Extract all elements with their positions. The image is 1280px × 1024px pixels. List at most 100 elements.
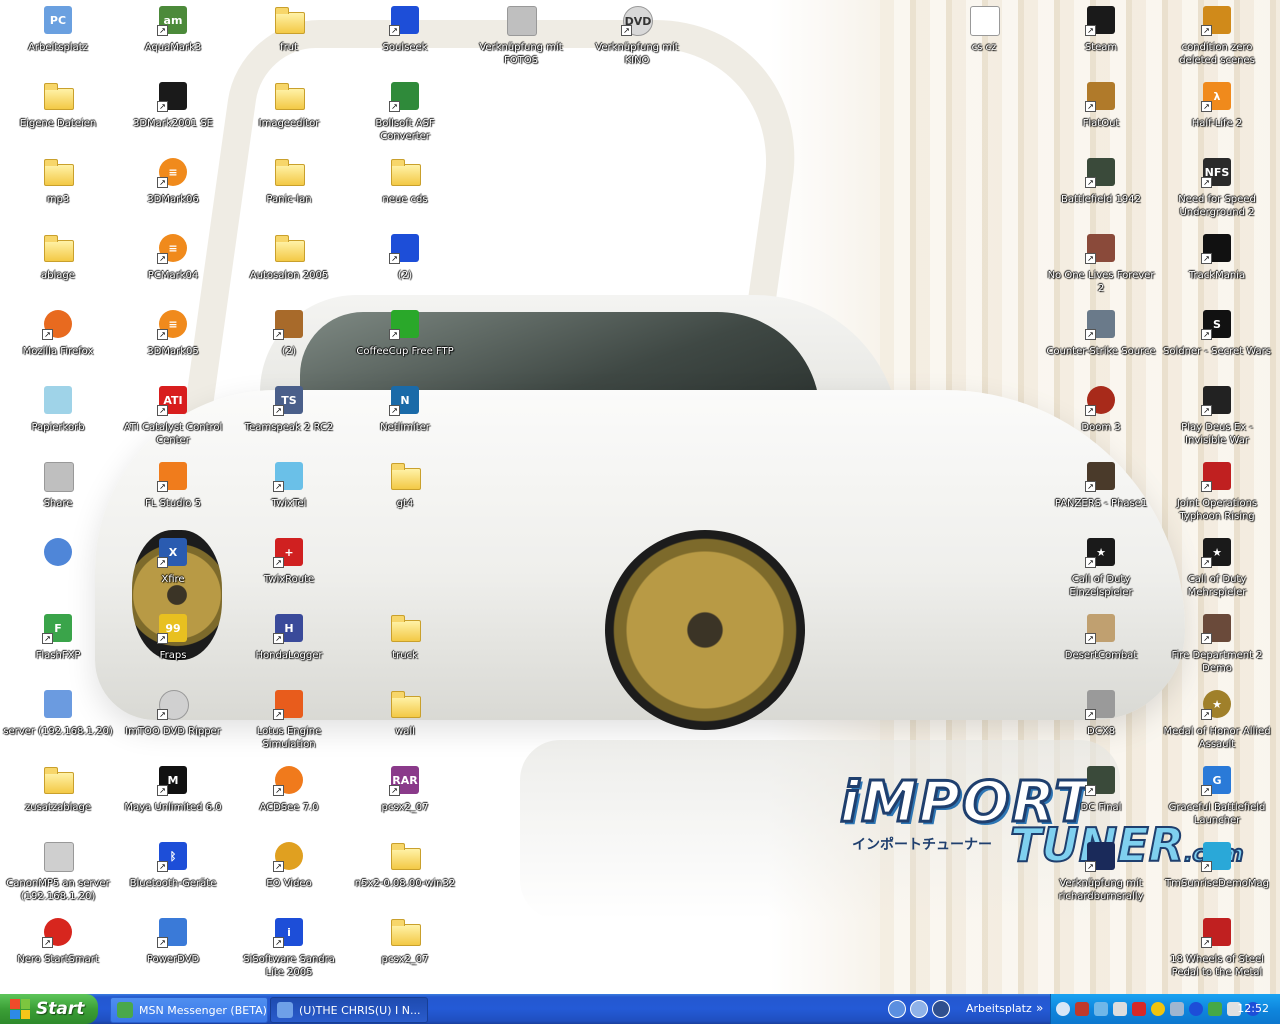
desktop-icon[interactable]: neue cds [350, 154, 460, 226]
desktop-icon[interactable]: ↗ (2) [234, 306, 344, 378]
folder-icon [389, 460, 421, 492]
media-player-icon[interactable] [932, 1000, 950, 1018]
desktop-icon[interactable]: PC Arbeitsplatz [3, 2, 113, 74]
network-icon[interactable] [1094, 1002, 1108, 1016]
desktop-icon[interactable]: Imageeditor [234, 78, 344, 150]
desktop-icon[interactable]: am ↗ AquaMark3 [118, 2, 228, 74]
desktop-icon[interactable]: Panic-lan [234, 154, 344, 226]
desktop-icon[interactable]: ↗ DC Final [1046, 762, 1156, 834]
desktop-icon-label: FlatOut [1082, 118, 1120, 129]
desktop-icon[interactable]: ★ ↗ Call of Duty Mehrspieler [1162, 534, 1272, 606]
desktop-icon[interactable]: ↗ FlatOut [1046, 78, 1156, 150]
desktop-icon[interactable]: cs cz [929, 2, 1039, 74]
desktop-icon[interactable]: TS ↗ Teamspeak 2 RC2 [234, 382, 344, 454]
desktop-icon[interactable]: i ↗ SiSoftware Sandra Lite 2005 [234, 914, 344, 986]
desktop-icon[interactable]: ↗ Joint Operations Typhoon Rising [1162, 458, 1272, 530]
task-chat-window[interactable]: (U)THE CHRIS(U) I N... [270, 997, 428, 1023]
desktop-icon[interactable]: ablage [3, 230, 113, 302]
desktop-icon[interactable]: ↗ PowerDVD [118, 914, 228, 986]
desktop-icon[interactable]: gt4 [350, 458, 460, 530]
desktop-icon[interactable]: ↗ Soulseek [350, 2, 460, 74]
desktop-icon[interactable]: server (192.168.1.20) [3, 686, 113, 758]
desktop-icon[interactable]: ≡ ↗ 3DMark05 [118, 306, 228, 378]
desktop-icon[interactable]: wall [350, 686, 460, 758]
desktop-icon[interactable]: ↗ EO Video [234, 838, 344, 910]
monitor-icon[interactable] [1170, 1002, 1184, 1016]
desktop-icon[interactable]: ↗ Lotus Engine Simulation [234, 686, 344, 758]
desktop-icon[interactable]: ↗ ACDSee 7.0 [234, 762, 344, 834]
desktop-icon[interactable]: ↗ 3DMark2001 SE [118, 78, 228, 150]
bluetooth-icon[interactable] [1189, 1002, 1203, 1016]
clock[interactable]: 12:52 [1237, 994, 1269, 1024]
desktop-icon[interactable]: NFS ↗ Need for Speed Underground 2 [1162, 154, 1272, 226]
task-msn-messenger[interactable]: MSN Messenger (BETA) [110, 997, 268, 1023]
messenger-icon[interactable] [1208, 1002, 1222, 1016]
desktop-icon[interactable]: ↗ DCX8 [1046, 686, 1156, 758]
desktop-icon[interactable]: ↗ No One Lives Forever 2 [1046, 230, 1156, 302]
desktop-icon[interactable]: ↗ Battlefield 1942 [1046, 154, 1156, 226]
desktop-icon[interactable]: pcsx2_07 [350, 914, 460, 986]
desktop-icon[interactable]: H ↗ HondaLogger [234, 610, 344, 682]
desktop[interactable]: iMPORT TUNER.com インポートチューナー PCArbeitspla… [0, 0, 1280, 994]
desktop-icon[interactable]: n5x2-0.08.00-win32 [350, 838, 460, 910]
desktop-icon[interactable]: X ↗ Xfire [118, 534, 228, 606]
search-icon[interactable] [910, 1000, 928, 1018]
desktop-icon[interactable]: ↗ Nero StartSmart [3, 914, 113, 986]
start-button[interactable]: Start [0, 994, 98, 1024]
desktop-icon[interactable]: ↗ Doom 3 [1046, 382, 1156, 454]
desktop-icon[interactable]: ↗ Counter-Strike Source [1046, 306, 1156, 378]
desktop-icon[interactable]: G ↗ Graceful Battlefield Launcher [1162, 762, 1272, 834]
desktop-icon[interactable]: zusatzablage [3, 762, 113, 834]
desktop-icon[interactable]: frut [234, 2, 344, 74]
desktop-icon[interactable]: Share [3, 458, 113, 530]
desktop-icon[interactable]: ↗ Play Deus Ex - Invisible War [1162, 382, 1272, 454]
desktop-icon[interactable]: ↗ PANZERS - Phase1 [1046, 458, 1156, 530]
desktop-icon[interactable]: ↗ Verknüpfung mit richardburnsrally [1046, 838, 1156, 910]
desktop-icon[interactable] [3, 534, 113, 606]
desktop-icon[interactable]: ↗ ImTOO DVD Ripper [118, 686, 228, 758]
desktop-icon[interactable]: ↗ 18 Wheels of Steel Pedal to the Metal [1162, 914, 1272, 986]
desktop-icon[interactable]: M ↗ Maya Unlimited 6.0 [118, 762, 228, 834]
ie-icon[interactable] [888, 1000, 906, 1018]
desktop-icon[interactable]: truck [350, 610, 460, 682]
desktop-icon[interactable]: ★ ↗ Medal of Honor Allied Assault [1162, 686, 1272, 758]
desktop-icon[interactable]: ↗ CoffeeCup Free FTP [350, 306, 460, 378]
desktop-icon[interactable]: ↗ Bollsoft ASF Converter [350, 78, 460, 150]
desktop-icon[interactable]: λ ↗ Half-Life 2 [1162, 78, 1272, 150]
desktop-icon[interactable]: N ↗ Netlimiter [350, 382, 460, 454]
desktop-icon[interactable]: CanonMP5 an server (192.168.1.20) [3, 838, 113, 910]
desktop-icon[interactable]: S ↗ Soldner - Secret Wars [1162, 306, 1272, 378]
desktop-icon[interactable]: ↗ FL Studio 5 [118, 458, 228, 530]
volume-icon[interactable] [1151, 1002, 1165, 1016]
back-icon[interactable] [1056, 1002, 1070, 1016]
desktop-icon[interactable]: Autosalon 2005 [234, 230, 344, 302]
desktop-icon[interactable]: F ↗ FlashFXP [3, 610, 113, 682]
desktop-icon[interactable]: Papierkorb [3, 382, 113, 454]
address-toolbar-label[interactable]: Arbeitsplatz [966, 994, 1032, 1024]
desktop-icon[interactable]: RAR ↗ pcsx2_07 [350, 762, 460, 834]
desktop-icon[interactable]: ↗ TrackMania [1162, 230, 1272, 302]
ati-icon[interactable] [1132, 1002, 1146, 1016]
desktop-icon[interactable]: ↗ TmSunriseDemoMag [1162, 838, 1272, 910]
desktop-icon[interactable]: ↗ Mozilla Firefox [3, 306, 113, 378]
printer-icon[interactable] [1113, 1002, 1127, 1016]
desktop-icon[interactable]: ↗ (2) [350, 230, 460, 302]
desktop-icon[interactable]: DVD ↗ Verknüpfung mit KINO [582, 2, 692, 74]
desktop-icon[interactable]: ↗ Steam [1046, 2, 1156, 74]
desktop-icon[interactable]: mp3 [3, 154, 113, 226]
desktop-icon[interactable]: ᛒ ↗ Bluetooth-Geräte [118, 838, 228, 910]
desktop-icon[interactable]: Eigene Dateien [3, 78, 113, 150]
desktop-icon[interactable]: ≡ ↗ PCMark04 [118, 230, 228, 302]
desktop-icon[interactable]: ↗ DesertCombat [1046, 610, 1156, 682]
desktop-icon[interactable]: ATI ↗ ATI Catalyst Control Center [118, 382, 228, 454]
desktop-icon[interactable]: 99 ↗ Fraps [118, 610, 228, 682]
shield-icon[interactable] [1075, 1002, 1089, 1016]
desktop-icon[interactable]: Verknüpfung mit FOTOS [466, 2, 576, 74]
desktop-icon[interactable]: ★ ↗ Call of Duty Einzelspieler [1046, 534, 1156, 606]
desktop-icon[interactable]: ≡ ↗ 3DMark06 [118, 154, 228, 226]
desktop-icon[interactable]: ↗ condition zero deleted scenes [1162, 2, 1272, 74]
desktop-icon[interactable]: + ↗ TwixRoute [234, 534, 344, 606]
desktop-icon[interactable]: ↗ Fire Department 2 Demo [1162, 610, 1272, 682]
toolbar-chevron[interactable]: » [1036, 994, 1043, 1024]
desktop-icon[interactable]: ↗ TwixTel [234, 458, 344, 530]
